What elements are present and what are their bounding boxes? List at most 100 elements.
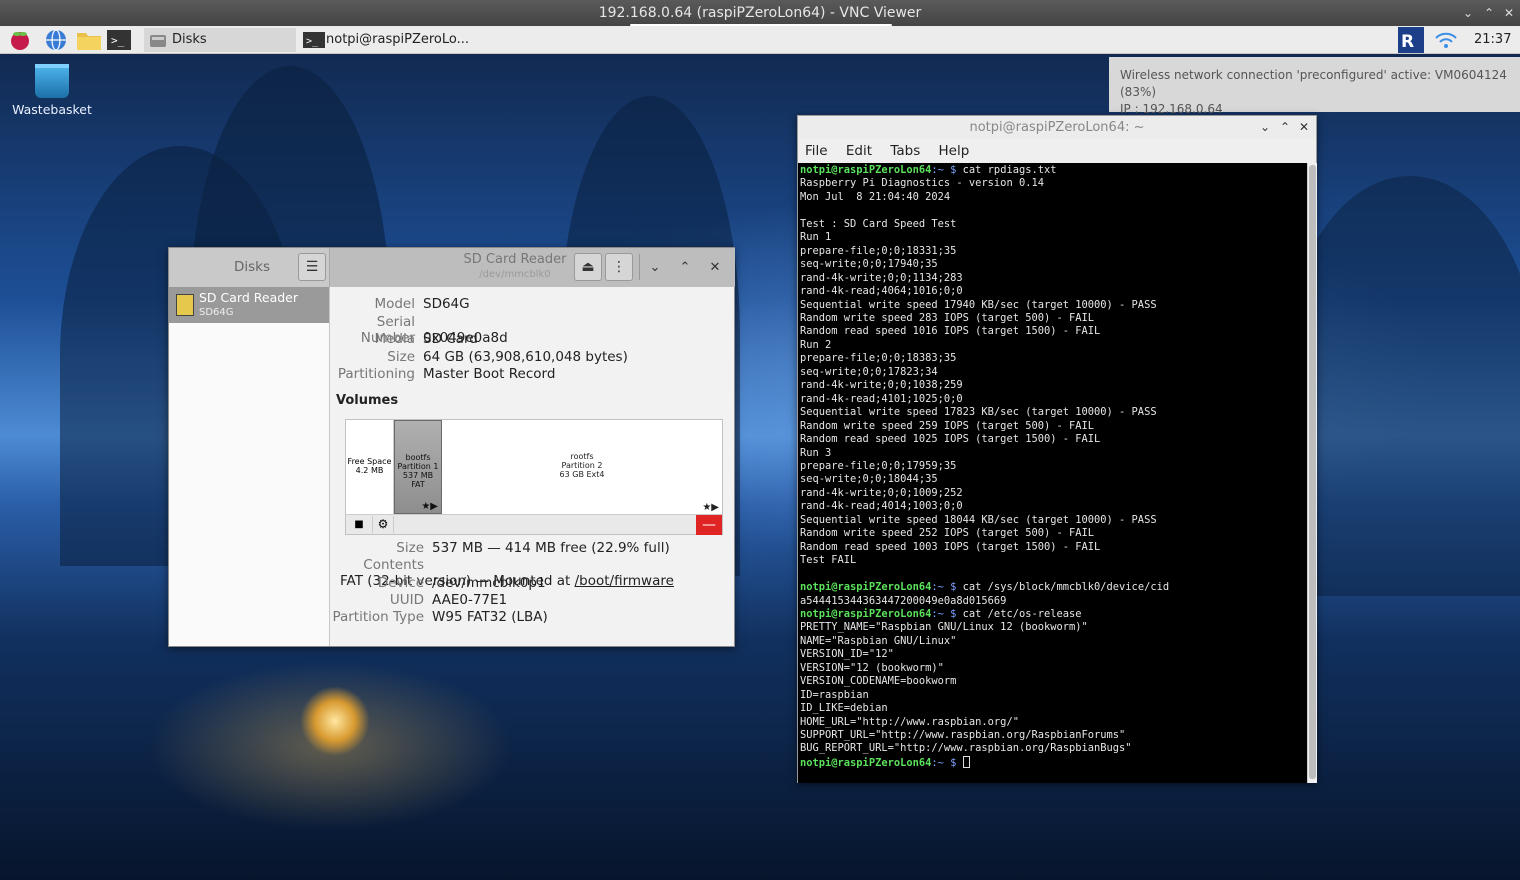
- scrollbar-thumb[interactable]: [1309, 165, 1316, 779]
- shell-prompt: notpi@raspiPZeroLon64: [800, 607, 932, 620]
- terminal-line: Run 1: [800, 231, 832, 244]
- terminal-output[interactable]: notpi@raspiPZeroLon64:~ $ cat rpdiags.tx…: [798, 163, 1307, 783]
- volume-size: 63 GB Ext4: [559, 470, 605, 479]
- terminal-line: NAME="Raspbian GNU/Linux": [800, 634, 957, 647]
- info-value: SD Card: [423, 331, 478, 347]
- terminal-line: seq-write;0;0;18044;35: [800, 473, 938, 486]
- minimize-icon[interactable]: ⌄: [645, 258, 665, 278]
- gear-icon[interactable]: ⚙: [372, 516, 394, 533]
- terminal-line: Random read speed 1016 IOPS (target 1500…: [800, 325, 1101, 338]
- terminal-line: Sequential write speed 17940 KB/sec (tar…: [800, 298, 1157, 311]
- terminal-launcher-icon[interactable]: >_: [106, 29, 131, 51]
- vnc-title: 192.168.0.64 (raspiPZeroLon64) - VNC Vie…: [598, 5, 922, 21]
- minimize-icon[interactable]: ⌄: [1458, 0, 1478, 26]
- sidebar-title: Disks: [234, 259, 271, 275]
- drive-list: SD Card Reader SD64G: [169, 287, 330, 646]
- terminal-line: Run 2: [800, 338, 832, 351]
- maximize-icon[interactable]: ⌃: [1280, 116, 1290, 139]
- terminal-line: Sequential write speed 18044 KB/sec (tar…: [800, 513, 1157, 526]
- volume-rootfs[interactable]: rootfs Partition 2 63 GB Ext4 ★▶: [442, 420, 722, 514]
- terminal-menubar: File Edit Tabs Help: [798, 139, 1316, 163]
- disks-sidebar-header: Disks ☰: [169, 248, 330, 287]
- delete-partition-button[interactable]: —: [696, 515, 722, 535]
- terminal-line: ID=raspbian: [800, 688, 869, 701]
- maximize-icon[interactable]: ⌃: [675, 258, 695, 278]
- info-value-text: 537 MB — 414 MB free (22.9% full): [432, 540, 670, 556]
- vnc-server-icon[interactable]: R: [1398, 27, 1424, 53]
- info-label: Partitioning: [337, 366, 415, 382]
- volumes-map: Free Space 4.2 MB bootfs Partition 1 537…: [345, 419, 723, 535]
- wifi-icon[interactable]: [1433, 29, 1459, 51]
- terminal-line: PRETTY_NAME="Raspbian GNU/Linux 12 (book…: [800, 621, 1088, 634]
- menu-file[interactable]: File: [805, 143, 828, 159]
- volume-toolbar: ■ ⚙ —: [346, 514, 722, 535]
- info-label: Media: [374, 331, 415, 347]
- prompt-path: :~ $: [931, 581, 963, 594]
- shell-prompt: notpi@raspiPZeroLon64: [800, 164, 932, 176]
- disks-icon: [148, 31, 168, 49]
- taskbar: >_ Disks >_ notpi@raspiPZeroLo... R 21:3…: [0, 26, 1520, 54]
- task-label: Disks: [172, 32, 207, 47]
- info-label: Model: [374, 296, 415, 312]
- drive-name: SD Card Reader: [199, 290, 298, 305]
- volume-bootfs[interactable]: bootfs Partition 1 537 MB FAT ★▶: [394, 420, 442, 514]
- network-notification[interactable]: Wireless network connection 'preconfigur…: [1109, 57, 1520, 116]
- task-terminal[interactable]: >_ notpi@raspiPZeroLo...: [298, 28, 508, 52]
- wastebasket[interactable]: Wastebasket: [10, 64, 94, 117]
- mount-point-link[interactable]: /boot/firmware: [575, 573, 674, 589]
- maximize-icon[interactable]: ⌃: [1479, 0, 1499, 26]
- lantern-glow: [300, 686, 370, 756]
- volume-label: rootfs: [570, 452, 594, 461]
- drive-menu-icon[interactable]: ⋮: [605, 253, 633, 281]
- file-manager-icon[interactable]: [76, 29, 101, 51]
- drive-list-item-sd-card[interactable]: SD Card Reader SD64G: [169, 287, 329, 323]
- menu-edit[interactable]: Edit: [846, 143, 872, 159]
- terminal-line: HOME_URL="http://www.raspbian.org/": [800, 715, 1019, 728]
- close-icon[interactable]: ✕: [705, 258, 725, 278]
- clock[interactable]: 21:37: [1474, 26, 1511, 54]
- terminal-line: Random write speed 283 IOPS (target 500)…: [800, 311, 1095, 324]
- eject-icon[interactable]: ⏏: [574, 253, 602, 281]
- minimize-icon[interactable]: ⌄: [1260, 116, 1270, 139]
- close-icon[interactable]: ✕: [1299, 116, 1309, 139]
- info-label: UUID: [389, 591, 424, 608]
- terminal-scrollbar[interactable]: [1307, 163, 1317, 783]
- prompt-path: :~ $: [931, 164, 963, 176]
- terminal-line: prepare-file;0;0;18383;35: [800, 352, 957, 365]
- terminal-line: Random write speed 252 IOPS (target 500)…: [800, 527, 1095, 540]
- info-label: Contents: [363, 557, 424, 574]
- volume-free-space[interactable]: Free Space 4.2 MB: [346, 420, 394, 514]
- volume-size: 537 MB FAT: [402, 471, 434, 489]
- terminal-line: Random write speed 259 IOPS (target 500)…: [800, 419, 1095, 432]
- browser-icon[interactable]: [44, 29, 68, 51]
- info-value-text: AAE0-77E1: [432, 591, 508, 608]
- partition-info-row: Partition Type W95 FAT32 (LBA): [332, 609, 547, 625]
- command-text: cat /etc/os-release: [962, 607, 1082, 620]
- info-label: Size: [387, 348, 415, 365]
- info-value: 64 GB (63,908,610,048 bytes): [423, 348, 628, 365]
- shell-prompt: notpi@raspiPZeroLon64: [800, 581, 932, 594]
- task-disks[interactable]: Disks: [144, 28, 296, 52]
- terminal-line: a544415344363447200049e0a8d015669: [800, 594, 1007, 607]
- prompt-path: :~ $: [931, 756, 963, 769]
- menu-help[interactable]: Help: [939, 143, 970, 159]
- close-icon[interactable]: ✕: [1499, 0, 1519, 26]
- drive-info-row: Media SD Card: [332, 331, 478, 347]
- terminal-line: Mon Jul 8 21:04:40 2024: [800, 190, 951, 203]
- raspberry-menu-icon[interactable]: [8, 29, 32, 51]
- terminal-line: VERSION_ID="12": [800, 648, 894, 661]
- prompt-path: :~ $: [931, 607, 963, 620]
- disks-header: SD Card Reader /dev/mmcblk0 ⏏ ⋮ ⌄ ⌃ ✕: [330, 248, 735, 287]
- terminal-line: prepare-file;0;0;18331;35: [800, 244, 957, 257]
- unmount-stop-icon[interactable]: ■: [348, 516, 370, 533]
- partition-info-row: UUID AAE0-77E1: [332, 592, 507, 608]
- terminal-line: notpi@raspiPZeroLon64:~ $: [800, 755, 1307, 770]
- hamburger-menu-icon[interactable]: ☰: [298, 253, 326, 281]
- terminal-line: rand-4k-read;4014;1003;0;0: [800, 500, 963, 513]
- terminal-line: Test : SD Card Speed Test: [800, 217, 957, 230]
- terminal-line: Raspberry Pi Diagnostics - version 0.14: [800, 177, 1044, 190]
- wastebasket-label: Wastebasket: [12, 102, 92, 117]
- info-value: AAE0-77E1: [432, 592, 507, 608]
- menu-tabs[interactable]: Tabs: [890, 143, 920, 159]
